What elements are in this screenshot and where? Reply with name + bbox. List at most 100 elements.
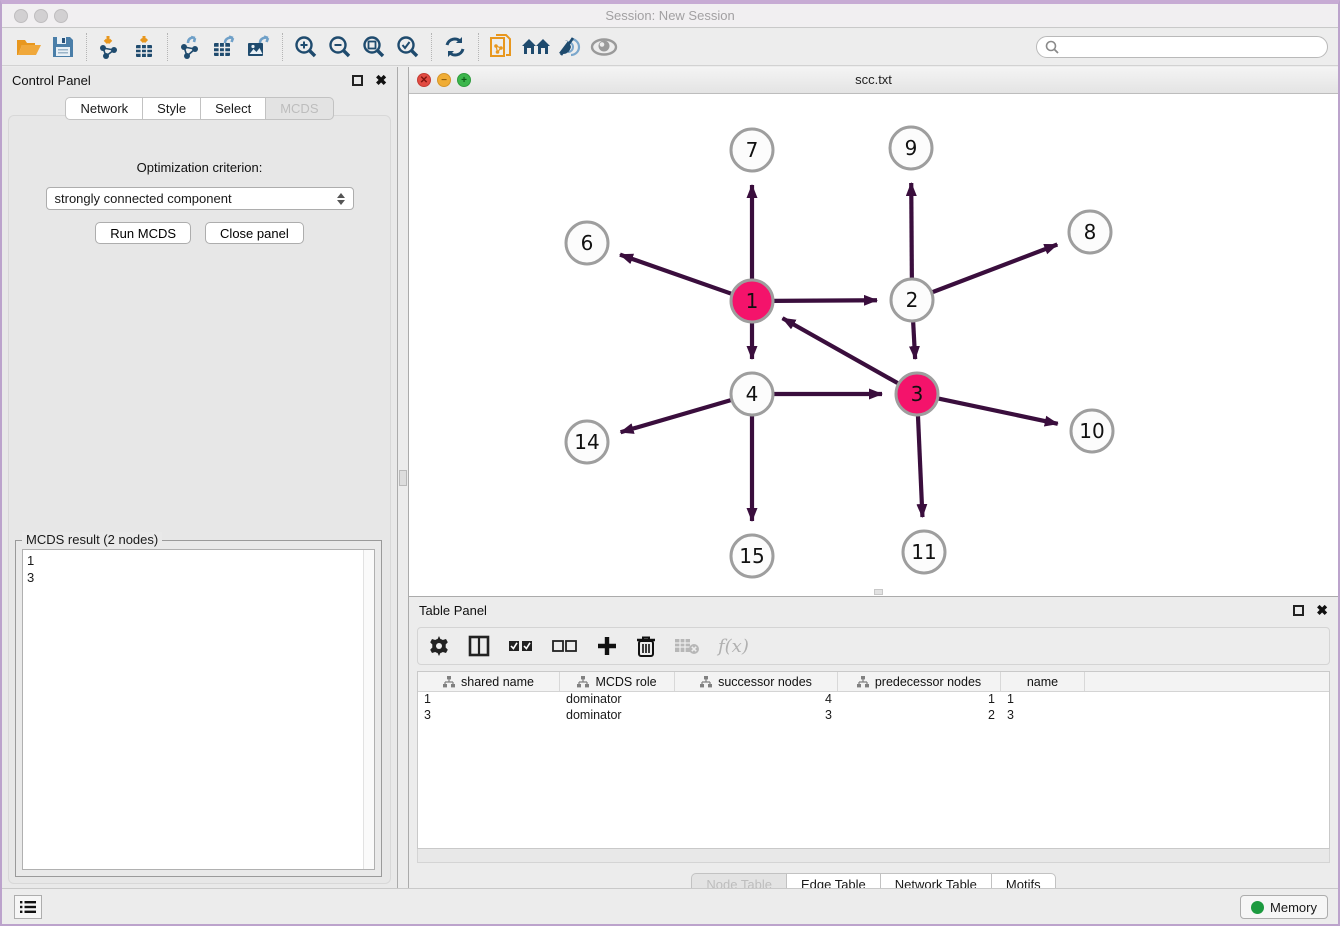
zoom-in-icon [294, 35, 318, 59]
home-layout-button[interactable] [519, 32, 553, 62]
hide-graphics-details-button[interactable] [553, 32, 587, 62]
control-panel-title: Control Panel [12, 73, 352, 88]
column-header-predecessor-nodes[interactable]: predecessor nodes [838, 672, 1001, 691]
task-list-icon [20, 900, 36, 914]
edge-2-9[interactable] [911, 183, 912, 278]
import-network-icon [98, 35, 122, 59]
column-header-successor-nodes[interactable]: successor nodes [675, 672, 838, 691]
graph-node-label-1: 1 [746, 289, 759, 313]
add-row-plus-icon[interactable] [596, 635, 618, 657]
show-columns-icon[interactable] [468, 635, 490, 657]
tab-style[interactable]: Style [142, 97, 200, 120]
tree-icon [443, 676, 455, 688]
clone-network-icon [489, 34, 515, 60]
table-row[interactable]: 3 dominator 3 2 3 [418, 708, 1329, 724]
cell-successor-nodes: 4 [675, 692, 838, 708]
splitter-grip[interactable] [399, 470, 407, 486]
graph-node-label-11: 11 [911, 540, 936, 564]
control-panel-close-button[interactable]: ✖ [375, 75, 387, 86]
zoom-fit-button[interactable] [357, 32, 391, 62]
memory-button[interactable]: Memory [1240, 895, 1328, 919]
table-horizontal-scrollbar[interactable] [417, 849, 1330, 863]
delete-row-trash-icon[interactable] [636, 635, 656, 657]
graph-node-label-4: 4 [746, 382, 759, 406]
open-session-button[interactable] [12, 32, 46, 62]
table-panel-close-button[interactable]: ✖ [1316, 605, 1328, 616]
control-panel-float-button[interactable] [352, 75, 363, 86]
select-all-icon[interactable] [508, 638, 534, 654]
graph-node-label-10: 10 [1079, 419, 1104, 443]
clone-network-button[interactable] [485, 32, 519, 62]
tab-mcds[interactable]: MCDS [265, 97, 333, 120]
edge-2-3[interactable] [913, 322, 915, 359]
export-table-icon [212, 35, 238, 59]
column-header-shared-name[interactable]: shared name [418, 672, 560, 691]
import-network-button[interactable] [93, 32, 127, 62]
export-image-button[interactable] [242, 32, 276, 62]
optimization-criterion-select[interactable]: strongly connected component [46, 187, 354, 210]
close-panel-button[interactable]: Close panel [205, 222, 304, 244]
node-table: shared name MCDS role successor nodes pr… [417, 671, 1330, 849]
export-network-button[interactable] [174, 32, 208, 62]
save-session-button[interactable] [46, 32, 80, 62]
tab-select[interactable]: Select [200, 97, 265, 120]
search-input[interactable] [1065, 40, 1319, 54]
zoom-selected-button[interactable] [391, 32, 425, 62]
cell-mcds-role: dominator [560, 708, 675, 724]
table-options-gear-icon[interactable] [428, 635, 450, 657]
deselect-all-icon[interactable] [552, 638, 578, 654]
window-titlebar: Session: New Session [2, 4, 1338, 28]
function-builder-icon[interactable]: f(x) [718, 636, 749, 657]
tab-network[interactable]: Network [65, 97, 142, 120]
edge-3-10[interactable] [939, 399, 1058, 424]
run-mcds-button[interactable]: Run MCDS [95, 222, 191, 244]
network-window-title: scc.txt [409, 72, 1338, 87]
save-floppy-icon [52, 36, 74, 58]
edge-3-11[interactable] [918, 416, 922, 517]
memory-status-icon [1251, 901, 1264, 914]
search-icon [1045, 40, 1059, 54]
zoom-in-button[interactable] [289, 32, 323, 62]
cell-shared-name: 1 [418, 692, 560, 708]
application-window: Session: New Session [0, 0, 1340, 926]
graph-node-label-2: 2 [906, 288, 919, 312]
export-table-button[interactable] [208, 32, 242, 62]
show-graphics-details-button[interactable] [587, 32, 621, 62]
mcds-result-group: MCDS result (2 nodes) 1 3 [15, 540, 382, 877]
edge-1-2[interactable] [774, 300, 877, 301]
column-header-name[interactable]: name [1001, 672, 1085, 691]
canvas-splitter-grip[interactable] [874, 589, 883, 595]
zoom-out-button[interactable] [323, 32, 357, 62]
network-canvas[interactable]: 7968124314101511 [409, 94, 1338, 596]
column-header-mcds-role[interactable]: MCDS role [560, 672, 675, 691]
show-task-history-button[interactable] [14, 895, 42, 919]
mcds-result-text[interactable]: 1 3 [22, 549, 375, 870]
graph-node-label-14: 14 [574, 430, 599, 454]
delete-table-icon[interactable] [674, 636, 700, 656]
toolbar-separator [86, 33, 87, 61]
table-toolbar: f(x) [417, 627, 1330, 665]
import-table-button[interactable] [127, 32, 161, 62]
memory-label: Memory [1270, 900, 1317, 915]
hide-details-eye-slash-icon [557, 36, 583, 58]
status-bar: Memory [2, 888, 1338, 924]
table-panel: Table Panel ✖ f(x) shared name MCDS role… [408, 596, 1338, 888]
edge-3-1[interactable] [782, 318, 897, 383]
toolbar-separator [478, 33, 479, 61]
graph-node-label-15: 15 [739, 544, 764, 568]
edge-4-14[interactable] [621, 400, 731, 432]
table-row[interactable]: 1 dominator 4 1 1 [418, 692, 1329, 708]
search-box[interactable] [1036, 36, 1328, 58]
cell-name: 3 [1001, 708, 1085, 724]
refresh-button[interactable] [438, 32, 472, 62]
graph-node-label-3: 3 [911, 382, 924, 406]
mcds-result-title: MCDS result (2 nodes) [22, 532, 162, 547]
toolbar-separator [167, 33, 168, 61]
dropdown-stepper-icon [337, 193, 345, 205]
edge-1-6[interactable] [620, 255, 731, 294]
result-scrollbar[interactable] [363, 550, 374, 869]
window-title: Session: New Session [2, 8, 1338, 23]
edge-2-8[interactable] [933, 244, 1058, 292]
table-panel-float-button[interactable] [1293, 605, 1304, 616]
graph-node-label-6: 6 [581, 231, 594, 255]
